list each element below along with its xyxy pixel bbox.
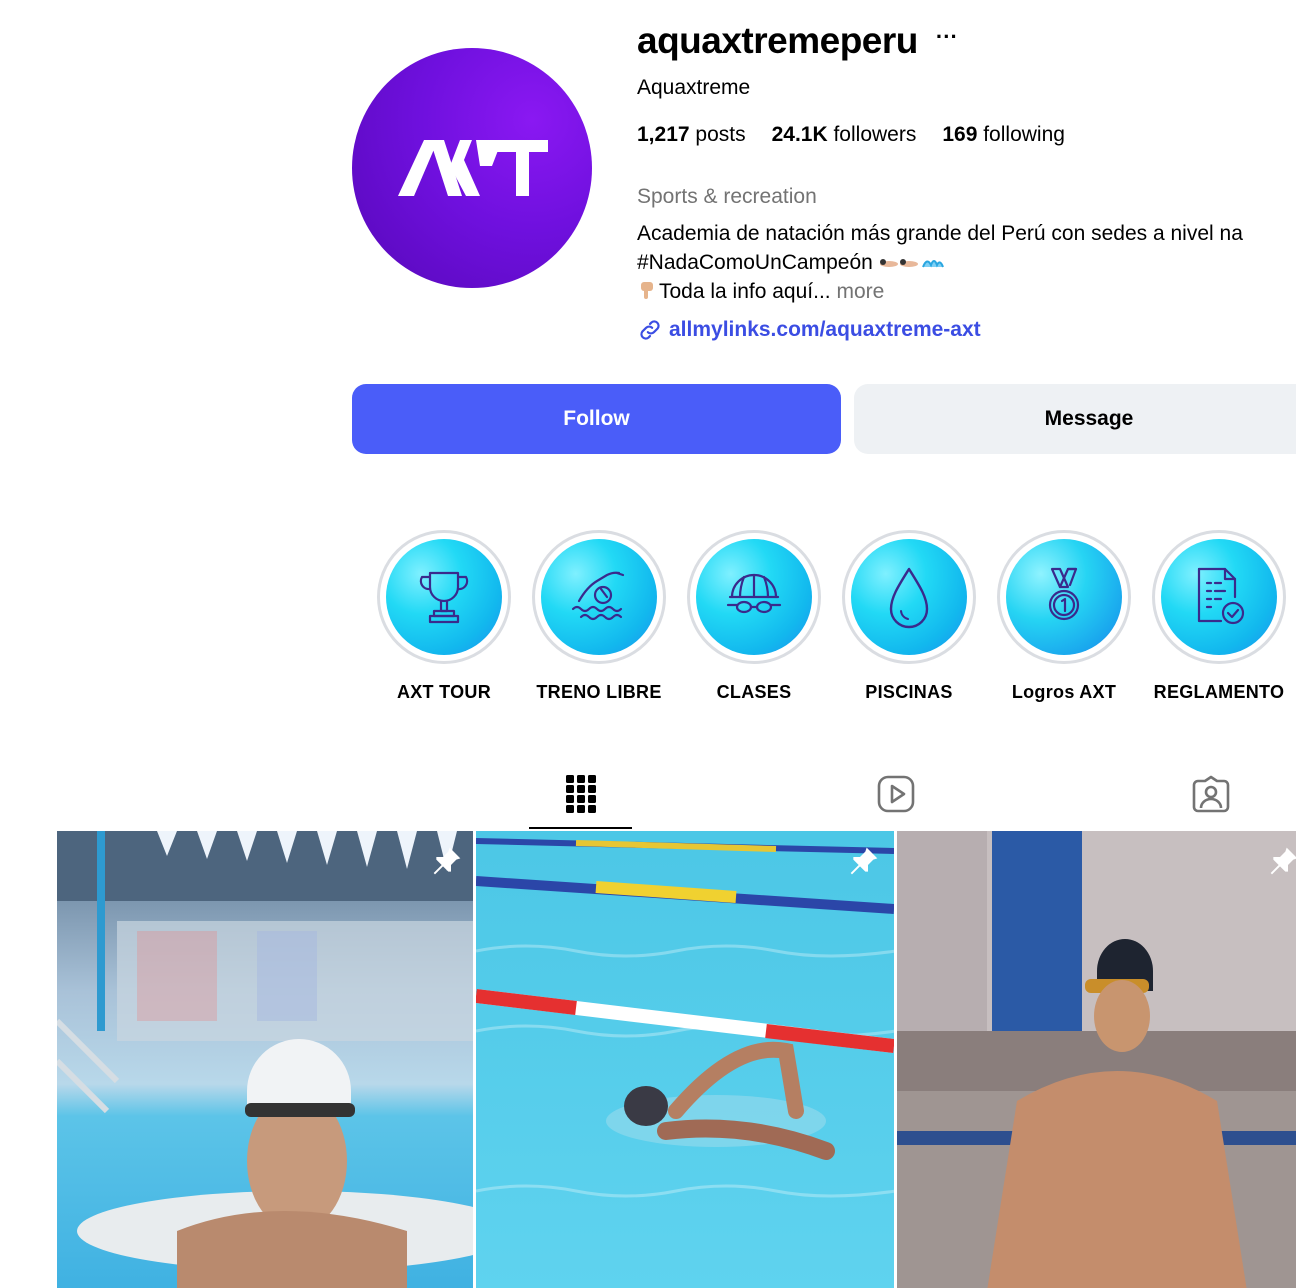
pinned-icon [433,847,461,875]
pinned-icon [850,847,878,875]
follow-button[interactable]: Follow [352,384,841,454]
highlight-label: PISCINAS [865,682,953,702]
highlight-ring [377,530,511,664]
highlight-piscinas[interactable]: PISCINAS [839,530,979,703]
highlight-ring [1152,530,1286,664]
reels-icon [877,775,915,813]
message-button[interactable]: Message [854,384,1296,454]
highlight-axt-tour[interactable]: AXT TOUR [374,530,514,703]
document-check-icon [1197,567,1245,625]
highlight-treno-libre[interactable]: TRENO LIBRE [529,530,669,703]
profile-page: aquaxtremeperu ··· Aquaxtreme 1,217 post… [0,0,1296,1288]
highlight-ring [842,530,976,664]
swimmer-icon [571,571,625,621]
water-drop-icon [889,567,929,629]
highlight-ring [687,530,821,664]
profile-bio: Academia de natación más grande del Perú… [637,219,1296,306]
bio-line-2: #NadaComoUnCampeón [637,248,1296,277]
profile-category: Sports & recreation [637,185,817,208]
post-image [897,831,1296,1288]
external-link[interactable]: allmylinks.com/aquaxtreme-axt [637,317,981,343]
highlight-label: CLASES [716,682,792,702]
tab-reels[interactable] [876,774,916,814]
full-name: Aquaxtreme [637,76,751,99]
bio-line-3: Toda la info aquí... more [637,277,1296,306]
highlight-label: Logros AXT [1011,682,1117,702]
followers-stat[interactable]: 24.1K followers [772,123,917,147]
pointing-down-emoji-icon [641,282,653,299]
post-thumbnail-3[interactable] [897,831,1296,1288]
pinned-icon [1270,847,1296,875]
profile-avatar[interactable] [352,48,592,288]
medal-icon [1048,567,1080,621]
swim-cap-goggles-icon [726,573,782,614]
username-row: aquaxtremeperu ··· [637,20,958,62]
highlight-label: AXT TOUR [396,682,492,702]
post-thumbnail-1[interactable] [57,831,473,1288]
highlight-logros-axt[interactable]: Logros AXT [994,530,1134,703]
more-options-icon[interactable]: ··· [936,26,958,56]
link-icon [640,320,660,340]
post-image [476,831,894,1288]
bio-line-1: Academia de natación más grande del Perú… [637,222,1243,245]
swimmer-emoji-icon [879,259,944,268]
post-thumbnail-2[interactable] [476,831,894,1288]
tab-tagged[interactable] [1191,774,1231,814]
username: aquaxtremeperu [637,20,918,61]
highlight-label: TRENO LIBRE [536,682,662,702]
highlight-reglamento[interactable]: REGLAMENTO [1149,530,1289,703]
external-link-text[interactable]: allmylinks.com/aquaxtreme-axt [669,318,981,342]
tagged-icon [1192,775,1230,813]
trophy-icon [419,571,469,624]
profile-stats: 1,217 posts 24.1K followers 169 followin… [637,123,1065,147]
highlight-clases[interactable]: CLASES [684,530,824,703]
highlight-label: REGLAMENTO [1153,682,1285,702]
posts-stat: 1,217 posts [637,123,746,146]
axt-logo [398,140,548,196]
post-image [57,831,473,1288]
highlight-ring [532,530,666,664]
active-tab-indicator [529,827,632,829]
following-stat[interactable]: 169 following [942,123,1065,147]
grid-icon [566,775,596,813]
highlight-ring [997,530,1131,664]
tab-posts[interactable] [561,774,601,814]
bio-more-link[interactable]: more [836,280,884,303]
